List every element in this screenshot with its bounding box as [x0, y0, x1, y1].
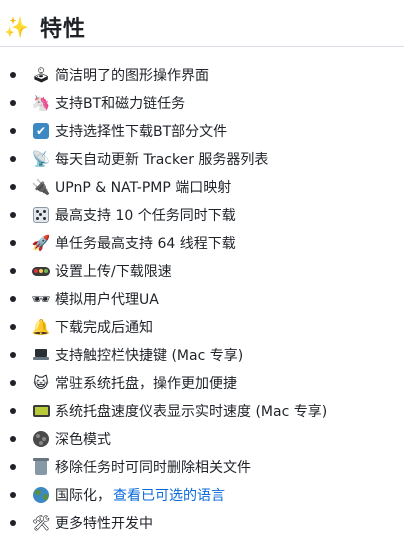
- bell-icon: 🔔: [31, 318, 51, 336]
- feature-text: 系统托盘速度仪表显示实时速度 (Mac 专享): [55, 404, 328, 420]
- bullet: [10, 380, 16, 386]
- lcd-display-icon: [31, 401, 51, 421]
- joystick-icon: 🕹: [31, 66, 51, 84]
- bullet: [10, 100, 16, 106]
- list-item: 系统托盘速度仪表显示实时速度 (Mac 专享): [10, 397, 404, 425]
- list-item: 最高支持 10 个任务同时下载: [10, 201, 404, 229]
- bullet: [10, 240, 16, 246]
- bullet: [10, 464, 16, 470]
- bullet: [10, 128, 16, 134]
- feature-text: 设置上传/下载限速: [55, 264, 172, 280]
- list-item: 😺 常驻系统托盘，操作更加便捷: [10, 369, 404, 397]
- list-item: 设置上传/下载限速: [10, 257, 404, 285]
- satellite-antenna-icon: 📡: [31, 150, 51, 168]
- feature-text: 更多特性开发中: [55, 516, 153, 532]
- bullet: [10, 72, 16, 78]
- list-item: 国际化， 查看已可选的语言: [10, 481, 404, 509]
- feature-list: 🕹 简洁明了的图形操作界面 🦄 支持BT和磁力链任务 ✔ 支持选择性下载BT部分…: [0, 61, 404, 537]
- laptop-icon: [31, 345, 51, 365]
- feature-text: 下载完成后通知: [55, 320, 153, 336]
- feature-text: 支持BT和磁力链任务: [55, 96, 186, 112]
- bullet: [10, 492, 16, 498]
- feature-text: 每天自动更新 Tracker 服务器列表: [55, 152, 269, 168]
- list-item: 📡 每天自动更新 Tracker 服务器列表: [10, 145, 404, 173]
- bullet: [10, 324, 16, 330]
- feature-text: 支持选择性下载BT部分文件: [55, 124, 228, 140]
- feature-text: 移除任务时可同时删除相关文件: [55, 460, 251, 476]
- list-item: 支持触控栏快捷键 (Mac 专享): [10, 341, 404, 369]
- bullet: [10, 212, 16, 218]
- list-item: 🔌 UPnP & NAT-PMP 端口映射: [10, 173, 404, 201]
- feature-text: 单任务最高支持 64 线程下载: [55, 236, 236, 252]
- feature-text: 模拟用户代理UA: [55, 292, 159, 308]
- list-item: 🕹 简洁明了的图形操作界面: [10, 61, 404, 89]
- list-item: ✔ 支持选择性下载BT部分文件: [10, 117, 404, 145]
- rocket-icon: 🚀: [31, 234, 51, 252]
- feature-text: 深色模式: [55, 432, 111, 448]
- globe-icon: [31, 485, 51, 505]
- features-heading: ✨ 特性: [0, 8, 404, 47]
- bullet: [10, 436, 16, 442]
- feature-text: 简洁明了的图形操作界面: [55, 68, 209, 84]
- feature-text: 最高支持 10 个任务同时下载: [55, 208, 236, 224]
- bullet: [10, 268, 16, 274]
- list-item: 🦄 支持BT和磁力链任务: [10, 89, 404, 117]
- traffic-light-icon: [31, 261, 51, 281]
- list-item: 🚀 单任务最高支持 64 线程下载: [10, 229, 404, 257]
- check-box-icon: ✔: [31, 121, 51, 141]
- dark-ball-icon: [31, 429, 51, 449]
- bullet: [10, 408, 16, 414]
- list-item: 移除任务时可同时删除相关文件: [10, 453, 404, 481]
- list-item: 🛠 更多特性开发中: [10, 509, 404, 537]
- list-item: 🔔 下载完成后通知: [10, 313, 404, 341]
- features-section: ✨ 特性 🕹 简洁明了的图形操作界面 🦄 支持BT和磁力链任务 ✔ 支持选择性下…: [0, 0, 404, 555]
- sunglasses-icon: 🕶: [31, 290, 51, 308]
- bullet: [10, 520, 16, 526]
- unicorn-icon: 🦄: [31, 94, 51, 112]
- bullet: [10, 156, 16, 162]
- feature-text: 国际化，: [55, 488, 111, 504]
- languages-link[interactable]: 查看已可选的语言: [113, 485, 225, 505]
- feature-text: UPnP & NAT-PMP 端口映射: [55, 180, 232, 196]
- feature-text: 支持触控栏快捷键 (Mac 专享): [55, 348, 244, 364]
- feature-text: 常驻系统托盘，操作更加便捷: [55, 376, 237, 392]
- bullet: [10, 352, 16, 358]
- plug-icon: 🔌: [31, 178, 51, 196]
- dice-icon: [31, 205, 51, 225]
- list-item: 🕶 模拟用户代理UA: [10, 285, 404, 313]
- bullet: [10, 296, 16, 302]
- page-title: 特性: [40, 17, 87, 42]
- list-item: 深色模式: [10, 425, 404, 453]
- bullet: [10, 184, 16, 190]
- tray-mascot-icon: 😺: [33, 374, 49, 392]
- tools-icon: 🛠: [31, 514, 51, 532]
- trash-bin-icon: [31, 457, 51, 477]
- sparkles-icon: ✨: [4, 15, 29, 39]
